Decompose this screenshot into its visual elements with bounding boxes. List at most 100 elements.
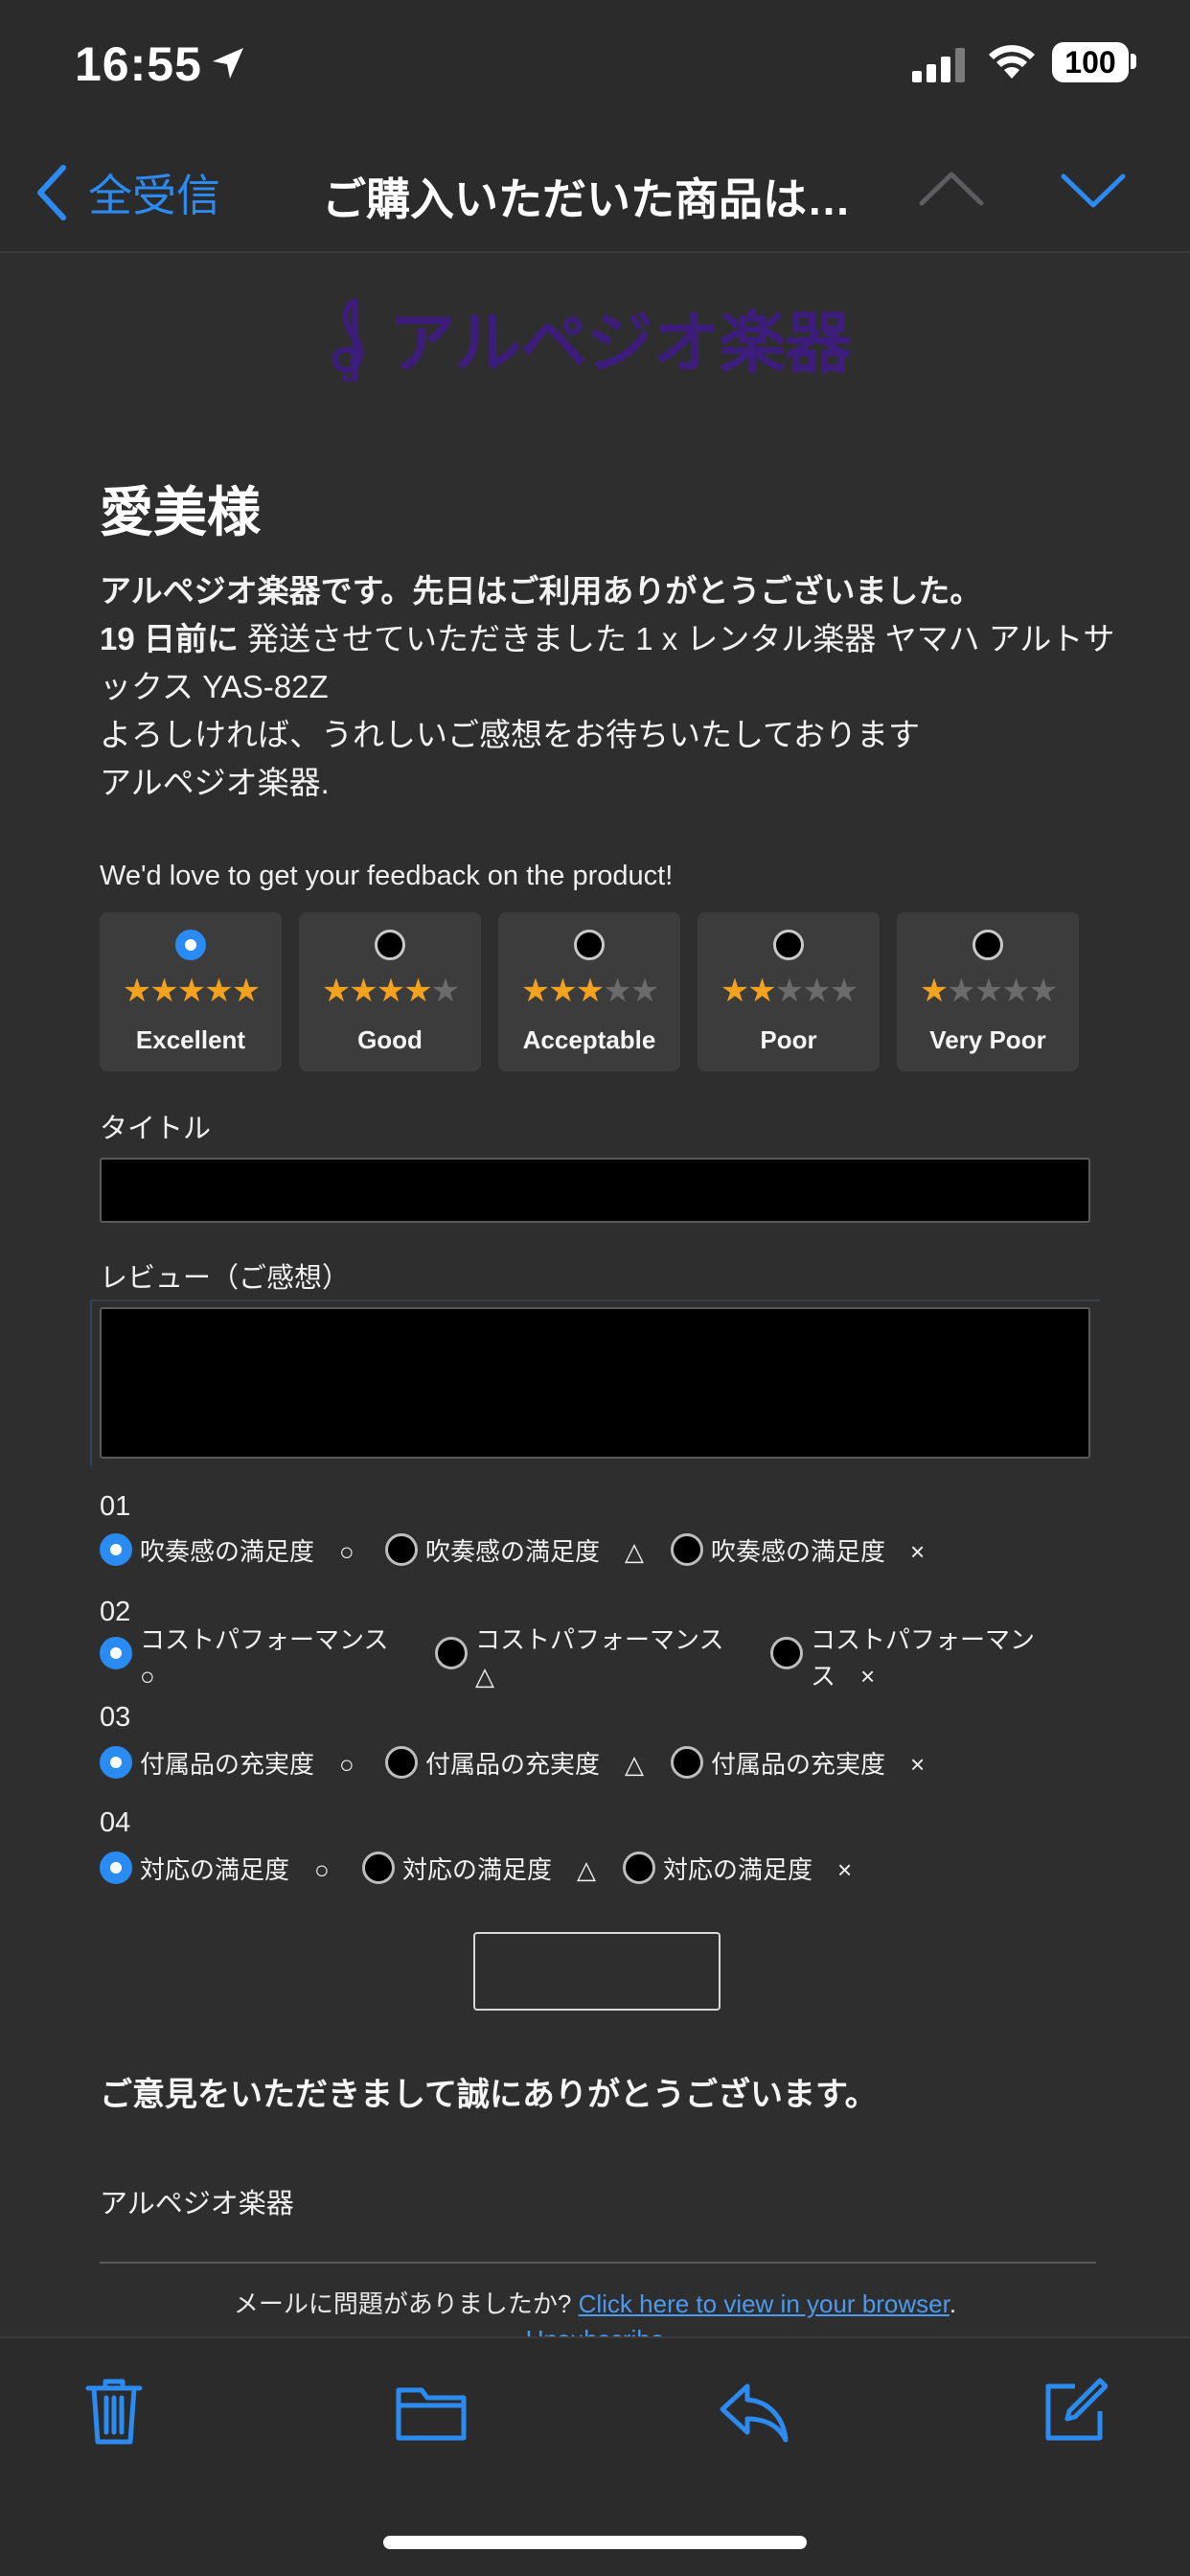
survey-option-label: 対応の満足度 ○ bbox=[140, 1855, 330, 1884]
survey-option-label: コストパフォーマンス △ bbox=[475, 1625, 724, 1690]
rating-option[interactable]: ★★★★★ Good bbox=[299, 912, 481, 1071]
reply-icon[interactable] bbox=[719, 2380, 790, 2444]
survey-option-label: 吹奏感の満足度 △ bbox=[425, 1537, 644, 1566]
star-icon: ★ bbox=[376, 973, 406, 1009]
back-label: 全受信 bbox=[88, 171, 220, 220]
email-body: アルペジオ楽器 愛美様 アルペジオ楽器です。先日はご利用ありがとうございました。… bbox=[0, 255, 1190, 2336]
next-message-icon[interactable] bbox=[1060, 167, 1127, 215]
survey-radio[interactable] bbox=[435, 1637, 468, 1669]
rating-radio[interactable] bbox=[175, 930, 206, 960]
rating-label: Good bbox=[357, 1025, 423, 1054]
intro-days: 19 日前に bbox=[100, 621, 239, 656]
rating-option[interactable]: ★★★★★ Poor bbox=[698, 912, 880, 1071]
star-rating-icon: ★★★★★ bbox=[100, 972, 282, 1010]
footer-note: メールに問題がありましたか? Click here to view in you… bbox=[0, 2285, 1190, 2320]
compose-icon[interactable] bbox=[1042, 2377, 1108, 2444]
survey-radio[interactable] bbox=[100, 1637, 132, 1669]
survey-option-label: 吹奏感の満足度 × bbox=[711, 1537, 926, 1566]
rating-options: ★★★★★ Excellent ★★★★★ Good ★★★★★ Acceptable ★★… bbox=[100, 912, 1079, 1071]
intro-line-3: よろしければ、うれしいご感想をお待ちいたしております bbox=[100, 717, 921, 752]
intro-line-1: アルペジオ楽器です。先日はご利用ありがとうございました。 bbox=[100, 573, 982, 609]
review-title-input[interactable] bbox=[100, 1158, 1090, 1223]
star-icon: ★ bbox=[747, 973, 777, 1009]
question-number: 01 bbox=[100, 1491, 131, 1522]
survey-option-label: 付属品の充実度 △ bbox=[425, 1750, 644, 1779]
rating-option[interactable]: ★★★★★ Very Poor bbox=[897, 912, 1079, 1071]
location-arrow-icon bbox=[213, 48, 243, 79]
signoff: アルペジオ楽器 bbox=[100, 2189, 294, 2220]
rating-option[interactable]: ★★★★★ Excellent bbox=[100, 912, 282, 1071]
survey-radio[interactable] bbox=[671, 1533, 703, 1566]
rating-label: Poor bbox=[760, 1025, 817, 1054]
survey-radio[interactable] bbox=[623, 1852, 655, 1884]
star-icon: ★ bbox=[430, 973, 461, 1009]
survey-radio[interactable] bbox=[100, 1746, 132, 1779]
star-icon: ★ bbox=[947, 973, 976, 1009]
survey-option-label: コストパフォーマンス ○ bbox=[140, 1625, 389, 1690]
footer-text: メールに問題がありましたか? bbox=[233, 2289, 579, 2318]
survey-radio[interactable] bbox=[770, 1637, 803, 1669]
previous-message-icon[interactable] bbox=[918, 165, 985, 213]
rating-label: Very Poor bbox=[929, 1025, 1046, 1054]
cellular-signal-icon bbox=[912, 48, 965, 82]
intro-line-2: 19 日前に 発送させていただきました 1 x レンタル楽器 ヤマハ アルトサッ… bbox=[100, 615, 1115, 711]
survey-option-label: 付属品の充実度 × bbox=[711, 1750, 926, 1779]
survey-radio[interactable] bbox=[362, 1852, 395, 1884]
question-number: 04 bbox=[100, 1807, 131, 1838]
rating-radio[interactable] bbox=[973, 930, 1003, 960]
footer-divider bbox=[100, 2262, 1096, 2264]
survey-option[interactable]: コストパフォーマンス △ bbox=[435, 1622, 723, 1694]
survey-option-label: 対応の満足度 △ bbox=[402, 1855, 596, 1884]
rating-radio[interactable] bbox=[375, 930, 405, 960]
rating-radio[interactable] bbox=[773, 930, 804, 960]
star-rating-icon: ★★★★★ bbox=[698, 972, 880, 1010]
survey-option[interactable]: 吹奏感の満足度 × bbox=[671, 1533, 925, 1570]
wifi-icon bbox=[989, 45, 1035, 79]
survey-option[interactable]: 吹奏感の満足度 △ bbox=[385, 1533, 644, 1570]
survey-radio[interactable] bbox=[385, 1746, 418, 1779]
rating-label: Excellent bbox=[135, 1025, 246, 1054]
unsubscribe-link[interactable]: Unsubscribe bbox=[0, 2325, 1190, 2336]
folder-icon[interactable] bbox=[395, 2382, 468, 2442]
treble-clef-icon bbox=[332, 297, 363, 381]
survey-radio[interactable] bbox=[385, 1533, 418, 1566]
survey-radio[interactable] bbox=[100, 1533, 132, 1566]
review-label: レビュー（ご感想） bbox=[100, 1263, 351, 1294]
rating-radio[interactable] bbox=[574, 930, 605, 960]
star-icon: ★ bbox=[720, 973, 750, 1009]
survey-option-label: 吹奏感の満足度 ○ bbox=[140, 1537, 355, 1566]
star-icon: ★ bbox=[829, 973, 859, 1009]
survey-option-label: 付属品の充実度 ○ bbox=[140, 1750, 355, 1779]
survey-radio[interactable] bbox=[671, 1746, 703, 1779]
survey-option[interactable]: 対応の満足度 × bbox=[623, 1852, 852, 1888]
back-to-inbox-button[interactable]: 全受信 bbox=[34, 161, 220, 224]
intro-text: アルペジオ楽器です。先日はご利用ありがとうございました。 19 日前に 発送させ… bbox=[100, 567, 1115, 807]
star-icon: ★ bbox=[548, 973, 578, 1009]
star-icon: ★ bbox=[629, 973, 660, 1009]
store-logo-text: アルペジオ楽器 bbox=[389, 306, 852, 380]
star-icon: ★ bbox=[231, 973, 262, 1009]
survey-option[interactable]: 対応の満足度 △ bbox=[362, 1852, 596, 1888]
review-textarea[interactable] bbox=[100, 1307, 1090, 1459]
star-icon: ★ bbox=[349, 973, 378, 1009]
rating-option[interactable]: ★★★★★ Acceptable bbox=[498, 912, 680, 1071]
view-in-browser-link[interactable]: Click here to view in your browser bbox=[579, 2289, 950, 2318]
survey-option[interactable]: 吹奏感の満足度 ○ bbox=[100, 1533, 355, 1570]
mail-nav-bar: 全受信 ご購入いただいた商品は… bbox=[0, 134, 1190, 253]
survey-option[interactable]: 対応の満足度 ○ bbox=[100, 1852, 330, 1888]
survey-option[interactable]: 付属品の充実度 ○ bbox=[100, 1746, 355, 1782]
survey-option[interactable]: 付属品の充実度 △ bbox=[385, 1746, 644, 1782]
star-icon: ★ bbox=[122, 973, 152, 1009]
survey-option[interactable]: コストパフォーマン ス × bbox=[770, 1622, 1035, 1694]
star-icon: ★ bbox=[176, 973, 207, 1009]
survey-option[interactable]: コストパフォーマンス ○ bbox=[100, 1622, 388, 1694]
rating-label: Acceptable bbox=[522, 1025, 656, 1054]
submit-button[interactable] bbox=[473, 1932, 721, 2011]
survey-option[interactable]: 付属品の充実度 × bbox=[671, 1746, 925, 1782]
star-icon: ★ bbox=[774, 973, 805, 1009]
survey-radio[interactable] bbox=[100, 1852, 132, 1884]
trash-icon[interactable] bbox=[84, 2377, 144, 2446]
star-icon: ★ bbox=[321, 973, 352, 1009]
intro-product: 発送させていただきました 1 x レンタル楽器 ヤマハ アルトサックス YAS-… bbox=[100, 621, 1115, 704]
star-icon: ★ bbox=[575, 973, 606, 1009]
